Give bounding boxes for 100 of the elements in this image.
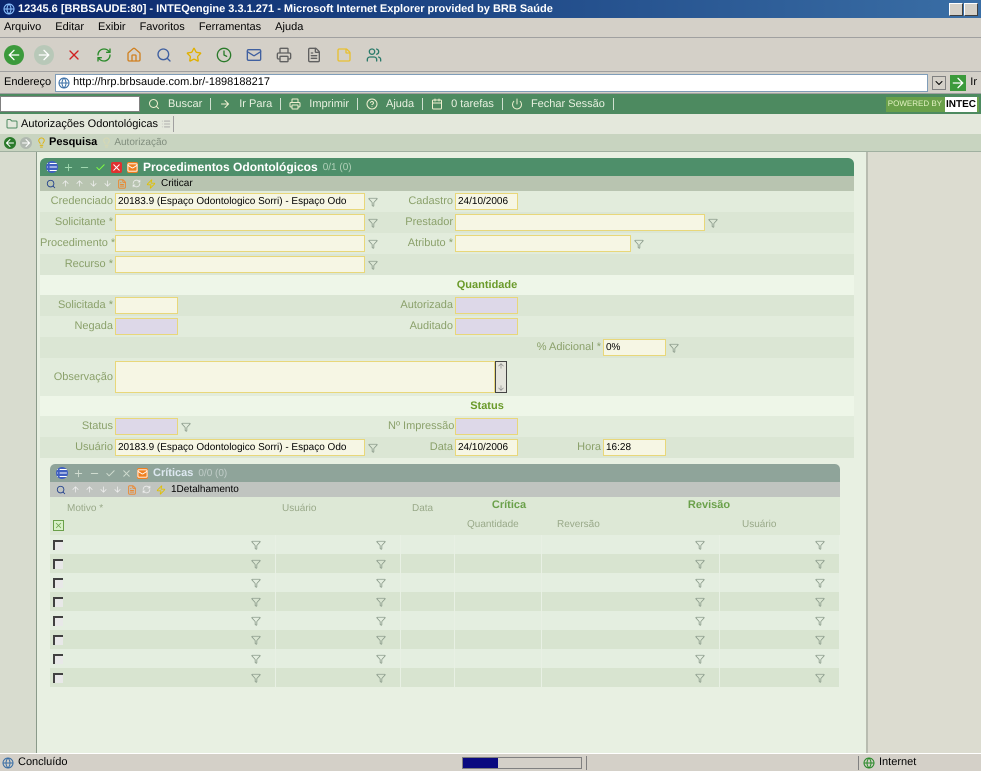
nav-link[interactable]: Pesquisa: [49, 134, 98, 151]
action-link[interactable]: 1Detalhamento: [171, 482, 239, 497]
filter-icon[interactable]: [376, 578, 386, 588]
refresh-icon[interactable]: [132, 179, 141, 188]
confirm-icon[interactable]: [95, 162, 106, 172]
toolbar-link[interactable]: Ir Para: [239, 96, 272, 112]
filter-icon[interactable]: [814, 672, 825, 682]
last-icon[interactable]: [103, 179, 112, 188]
filter-icon[interactable]: [814, 558, 825, 568]
refresh-icon[interactable]: [142, 485, 151, 494]
input-field[interactable]: [115, 235, 365, 252]
action-link[interactable]: Criticar: [161, 176, 193, 191]
row-checkbox[interactable]: [53, 596, 63, 606]
mail-icon[interactable]: [137, 468, 148, 478]
restore-button[interactable]: [964, 2, 978, 16]
tab[interactable]: Autorizações Odontológicas: [4, 116, 174, 132]
add-icon[interactable]: [73, 468, 84, 478]
mail-icon[interactable]: [127, 162, 138, 172]
toolbar-link[interactable]: 0 tarefas: [451, 96, 494, 112]
confirm-icon[interactable]: [105, 468, 116, 478]
input-field[interactable]: 24/10/2006: [455, 439, 518, 456]
input-field[interactable]: [115, 256, 365, 273]
filter-icon[interactable]: [368, 218, 378, 228]
list-icon[interactable]: [56, 467, 68, 479]
filter-icon[interactable]: [814, 616, 825, 626]
filter-icon[interactable]: [376, 616, 386, 626]
forward-icon[interactable]: [34, 44, 54, 64]
row-checkbox[interactable]: [53, 634, 63, 644]
filter-icon[interactable]: [694, 540, 705, 550]
row-checkbox[interactable]: [53, 578, 63, 588]
menu-item[interactable]: Editar: [55, 19, 84, 36]
input-field[interactable]: [115, 214, 365, 231]
toolbar-link[interactable]: Ajuda: [386, 96, 414, 112]
filter-icon[interactable]: [634, 238, 644, 248]
menu-item[interactable]: Exibir: [98, 19, 126, 36]
filter-icon[interactable]: [814, 634, 825, 644]
filter-icon[interactable]: [376, 540, 386, 550]
input-field[interactable]: 20183.9 (Espaço Odontologico Sorri) - Espaço Odo: [115, 193, 365, 210]
filter-icon[interactable]: [376, 596, 386, 606]
go-button[interactable]: Ir: [970, 74, 977, 91]
input-field[interactable]: [455, 235, 631, 252]
filter-icon[interactable]: [694, 654, 705, 664]
filter-icon[interactable]: [708, 218, 718, 228]
search-icon[interactable]: [46, 178, 56, 188]
filter-icon[interactable]: [368, 260, 378, 270]
search-field[interactable]: [0, 96, 140, 112]
input-field[interactable]: 16:28: [603, 439, 666, 456]
filter-icon[interactable]: [814, 540, 825, 550]
input-field[interactable]: [115, 297, 178, 314]
search-icon[interactable]: [56, 484, 66, 494]
menu-item[interactable]: Arquivo: [4, 19, 42, 36]
up-icon[interactable]: [75, 179, 84, 188]
row-checkbox[interactable]: [53, 558, 63, 568]
cancel-icon[interactable]: [111, 162, 122, 172]
filter-icon[interactable]: [814, 654, 825, 664]
input-field[interactable]: 20183.9 (Espaço Odontologico Sorri) - Espaço Odo: [115, 439, 365, 456]
filter-icon[interactable]: [376, 558, 386, 568]
scrollbar[interactable]: [495, 361, 507, 393]
dropdown-icon[interactable]: [932, 76, 946, 90]
filter-icon[interactable]: [669, 342, 679, 352]
select-all-checkbox[interactable]: [53, 520, 64, 531]
report-icon[interactable]: [127, 484, 137, 494]
filter-icon[interactable]: [694, 672, 705, 682]
menu-item[interactable]: Favoritos: [140, 19, 185, 36]
filter-icon[interactable]: [814, 578, 825, 588]
forward-icon[interactable]: [20, 136, 32, 148]
filter-icon[interactable]: [251, 654, 262, 664]
first-icon[interactable]: [61, 179, 70, 188]
down-icon[interactable]: [99, 485, 108, 494]
filter-icon[interactable]: [694, 596, 705, 606]
filter-icon[interactable]: [694, 634, 705, 644]
back-icon[interactable]: [4, 136, 16, 148]
go-icon[interactable]: [950, 74, 966, 90]
address-field[interactable]: http://hrp.brbsaude.com.br/-1898188217: [55, 74, 928, 92]
back-icon[interactable]: [4, 44, 24, 64]
row-checkbox[interactable]: [53, 672, 63, 682]
row-checkbox[interactable]: [53, 540, 63, 550]
input-field[interactable]: 24/10/2006: [455, 193, 518, 210]
up-icon[interactable]: [85, 485, 94, 494]
down-icon[interactable]: [89, 179, 98, 188]
minimize-button[interactable]: [949, 2, 963, 16]
scroll-down-icon[interactable]: [497, 384, 505, 392]
filter-icon[interactable]: [251, 558, 262, 568]
filter-icon[interactable]: [251, 578, 262, 588]
filter-icon[interactable]: [694, 578, 705, 588]
last-icon[interactable]: [113, 485, 122, 494]
add-icon[interactable]: [63, 162, 74, 172]
filter-icon[interactable]: [251, 634, 262, 644]
scroll-up-icon[interactable]: [497, 362, 505, 370]
filter-icon[interactable]: [376, 654, 386, 664]
filter-icon[interactable]: [814, 596, 825, 606]
menu-item[interactable]: Ferramentas: [198, 19, 262, 36]
filter-icon[interactable]: [694, 558, 705, 568]
row-checkbox[interactable]: [53, 654, 63, 664]
row-checkbox[interactable]: [53, 616, 63, 626]
filter-icon[interactable]: [368, 196, 378, 206]
input-field[interactable]: 0%: [603, 339, 666, 356]
filter-icon[interactable]: [376, 672, 386, 682]
toolbar-link[interactable]: Buscar: [168, 96, 202, 112]
toolbar-link[interactable]: Fechar Sessão: [530, 96, 605, 112]
